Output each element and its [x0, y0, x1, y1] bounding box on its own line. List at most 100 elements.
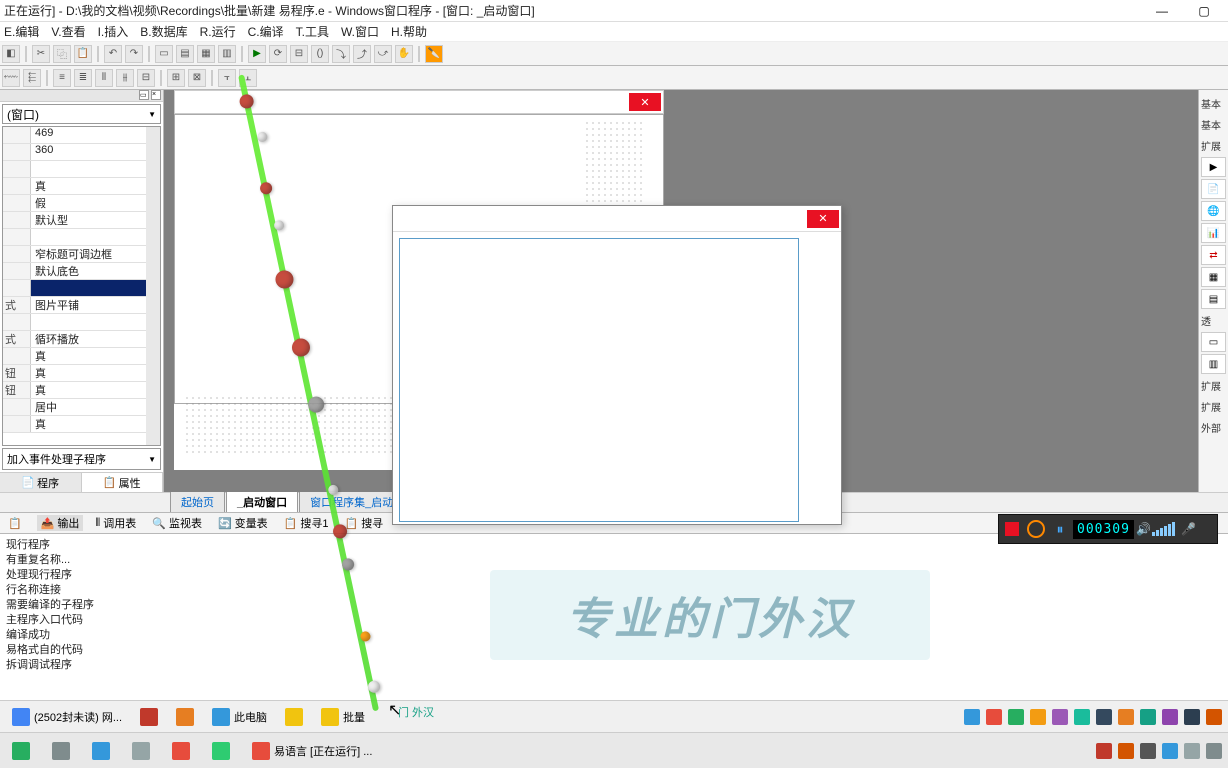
property-row[interactable]: 钮真 [3, 382, 146, 399]
align-icon[interactable]: ⬳ [2, 69, 20, 87]
taskbar-item[interactable] [86, 739, 116, 763]
runtime-window[interactable]: ✕ [392, 205, 842, 525]
align-icon[interactable]: ⬱ [23, 69, 41, 87]
tray-icon[interactable] [1096, 709, 1112, 725]
tray-icon[interactable] [1140, 709, 1156, 725]
output-tab-search[interactable]: 📋 搜寻 [340, 515, 387, 531]
step-over-icon[interactable]: ⤴ [353, 45, 371, 63]
output-tab-output[interactable]: 📤 输出 [37, 515, 84, 531]
taskbar-item[interactable]: 此电脑 [206, 705, 273, 729]
menu-insert[interactable]: I.插入 [98, 23, 129, 40]
property-row[interactable] [3, 314, 146, 331]
tray-icon[interactable] [1162, 709, 1178, 725]
tray-icon[interactable] [1118, 743, 1134, 759]
taskbar-item[interactable] [134, 705, 164, 729]
align-icon[interactable]: ⊠ [188, 69, 206, 87]
component-icon[interactable]: 🌐 [1201, 201, 1226, 221]
property-row[interactable]: 360 [3, 144, 146, 161]
tab-properties[interactable]: 📋 属性 [82, 473, 164, 492]
taskbar-item[interactable]: 批量 [315, 705, 371, 729]
taskbar-item[interactable] [166, 739, 196, 763]
menu-tools[interactable]: T.工具 [296, 23, 329, 40]
tool-icon[interactable]: ▤ [176, 45, 194, 63]
tray-icon[interactable] [1184, 709, 1200, 725]
tool-icon[interactable]: ⟳ [269, 45, 287, 63]
property-row[interactable]: 式循环播放 [3, 331, 146, 348]
component-icon[interactable]: ⇄ [1201, 245, 1226, 265]
tool-icon[interactable]: ▥ [218, 45, 236, 63]
component-icon[interactable]: ▭ [1201, 332, 1226, 352]
output-tab-watch[interactable]: 🔍 监视表 [148, 515, 206, 531]
component-icon[interactable]: ▦ [1201, 267, 1226, 287]
tab-start-page[interactable]: 起始页 [170, 491, 225, 512]
taskbar-item[interactable] [6, 739, 36, 763]
taskbar-item[interactable] [46, 739, 76, 763]
taskbar-item[interactable] [206, 739, 236, 763]
property-row[interactable] [3, 280, 146, 297]
step-out-icon[interactable]: ⤻ [374, 45, 392, 63]
component-icon[interactable]: ▥ [1201, 354, 1226, 374]
runtime-close-button[interactable]: ✕ [807, 210, 839, 228]
taskbar-item[interactable]: 易语言 [正在运行] ... [246, 739, 378, 763]
redo-icon[interactable]: ↷ [125, 45, 143, 63]
property-row[interactable]: 窄标题可调边框 [3, 246, 146, 263]
tool-icon[interactable]: ▭ [155, 45, 173, 63]
property-row[interactable]: 默认底色 [3, 263, 146, 280]
output-tab-variables[interactable]: 🔄 变量表 [214, 515, 272, 531]
tool-icon[interactable]: ⊟ [290, 45, 308, 63]
run-icon[interactable]: ▶ [248, 45, 266, 63]
property-row[interactable] [3, 229, 146, 246]
cut-icon[interactable]: ✂ [32, 45, 50, 63]
tray-icon[interactable] [1052, 709, 1068, 725]
undo-icon[interactable]: ↶ [104, 45, 122, 63]
tray-icon[interactable] [1162, 743, 1178, 759]
menu-window[interactable]: W.窗口 [341, 23, 379, 40]
output-tab-callstack[interactable]: ⦀ 调用表 [91, 515, 140, 531]
tray-icon[interactable] [1096, 743, 1112, 759]
tray-icon[interactable] [1206, 709, 1222, 725]
tool-icon[interactable]: ▦ [197, 45, 215, 63]
tray-icon[interactable] [1184, 743, 1200, 759]
taskbar-item[interactable] [170, 705, 200, 729]
align-icon[interactable]: ⫟ [218, 69, 236, 87]
component-icon[interactable]: 📄 [1201, 179, 1226, 199]
step-into-icon[interactable]: ⤵ [332, 45, 350, 63]
tray-icon[interactable] [1206, 743, 1222, 759]
record-pause-button[interactable]: ⏸ [1049, 518, 1071, 540]
runtime-edit-box[interactable] [399, 238, 799, 522]
property-row[interactable]: 居中 [3, 399, 146, 416]
component-icon[interactable]: 📊 [1201, 223, 1226, 243]
menu-database[interactable]: B.数据库 [140, 23, 187, 40]
property-row[interactable]: 真 [3, 178, 146, 195]
property-row[interactable]: 钮真 [3, 365, 146, 382]
property-row[interactable]: 真 [3, 348, 146, 365]
tool-new-icon[interactable]: ◧ [2, 45, 20, 63]
tray-icon[interactable] [1118, 709, 1134, 725]
align-icon[interactable]: ⫠ [239, 69, 257, 87]
menu-view[interactable]: V.查看 [51, 23, 85, 40]
taskbar-item[interactable] [126, 739, 156, 763]
form-close-button[interactable]: ✕ [629, 93, 661, 111]
align-icon[interactable]: ⫵ [116, 69, 134, 87]
tray-icon[interactable] [1030, 709, 1046, 725]
tray-icon[interactable] [1074, 709, 1090, 725]
object-selector[interactable]: (窗口) [2, 104, 161, 124]
menu-edit[interactable]: E.编辑 [4, 23, 39, 40]
align-icon[interactable]: ⊞ [167, 69, 185, 87]
tool-knife-icon[interactable]: 🔪 [425, 45, 443, 63]
tab-program[interactable]: 📄 程序 [0, 473, 82, 492]
tab-window-assembly[interactable]: 窗口程序集_启动 [299, 491, 404, 512]
pointer-icon[interactable]: ▶ [1201, 157, 1226, 177]
runtime-titlebar[interactable]: ✕ [393, 206, 841, 232]
output-tab-search1[interactable]: 📋 搜寻1 [280, 515, 333, 531]
align-icon[interactable]: ⊟ [137, 69, 155, 87]
paste-icon[interactable]: 📋 [74, 45, 92, 63]
panel-pin-icon[interactable]: ▭ [139, 90, 149, 100]
speaker-icon[interactable]: 🔊 [1136, 522, 1150, 536]
output-tab-tips[interactable]: 📋 [4, 517, 29, 530]
property-row[interactable]: 默认型 [3, 212, 146, 229]
tray-icon[interactable] [986, 709, 1002, 725]
taskbar-item[interactable] [279, 705, 309, 729]
breakpoint-icon[interactable]: ✋ [395, 45, 413, 63]
screen-recorder[interactable]: ⏸ 000309 🔊 🎤 [998, 514, 1218, 544]
